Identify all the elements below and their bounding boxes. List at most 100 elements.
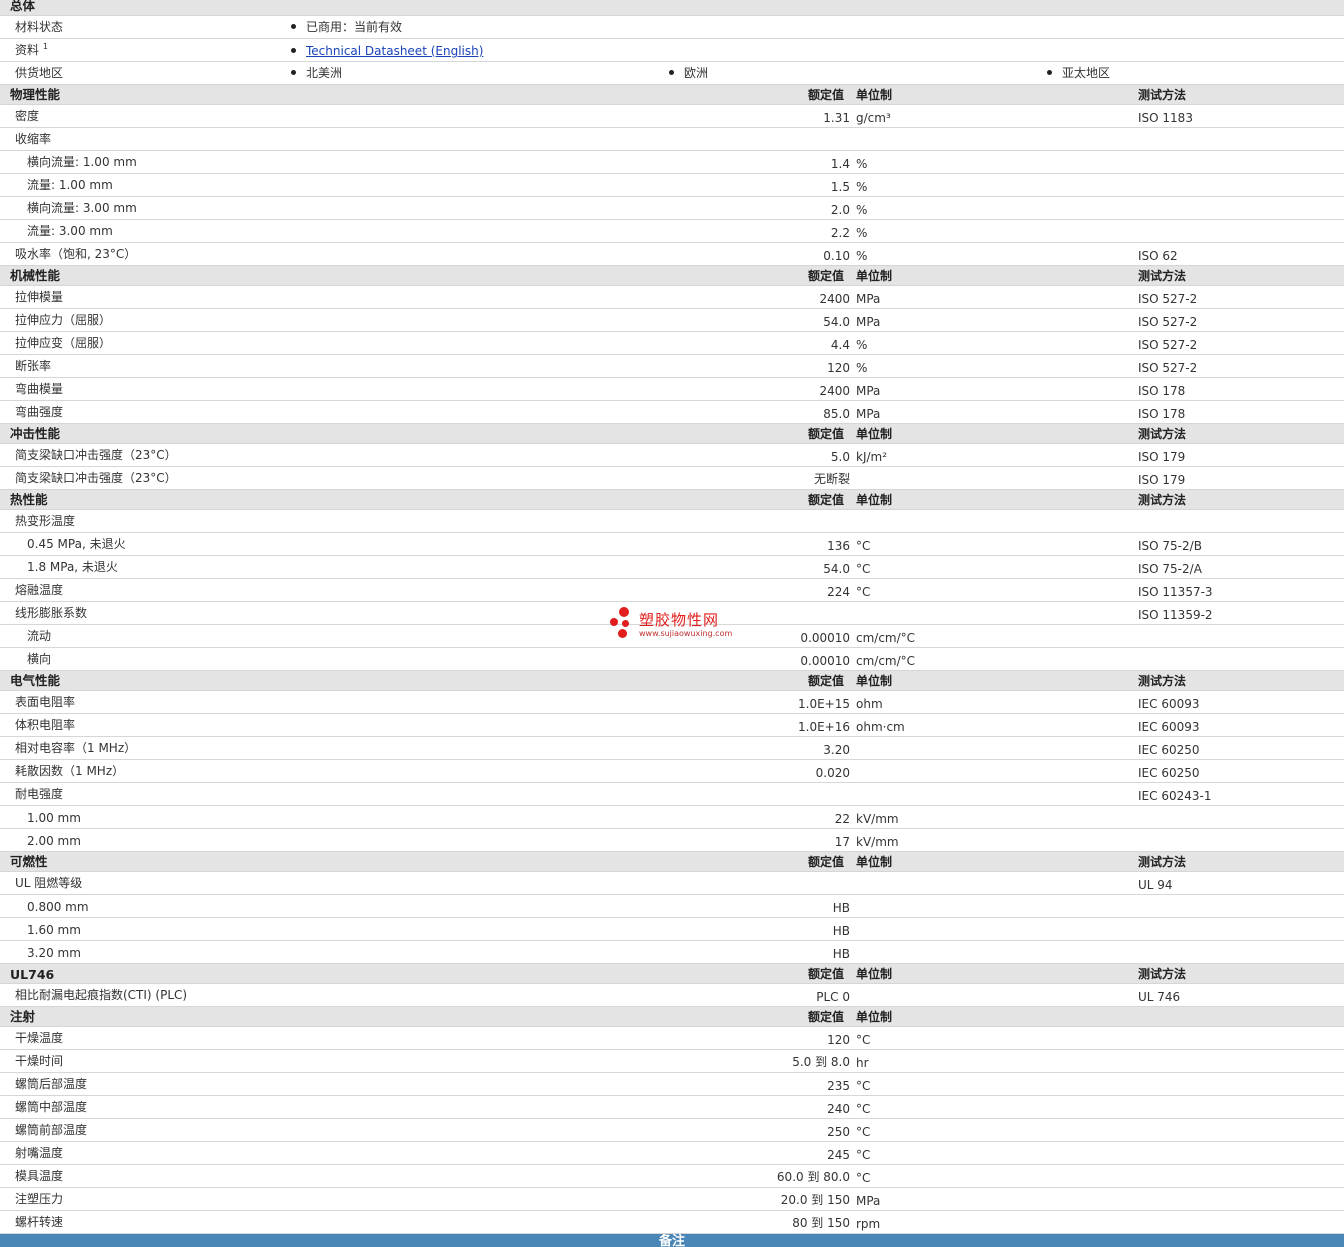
test-method: UL 746 — [1138, 990, 1181, 1004]
property-row: 螺筒后部温度 235 °C — [0, 1073, 1344, 1096]
property-value: HB — [832, 924, 850, 938]
property-value: 60.0 到 80.0 — [776, 1170, 850, 1184]
property-unit: MPa — [856, 315, 881, 329]
property-label: 弯曲模量 — [15, 382, 64, 396]
property-label: 1.8 MPa, 未退火 — [27, 560, 118, 574]
property-row: 螺筒前部温度 250 °C — [0, 1119, 1344, 1142]
property-row: 拉伸模量 2400 MPa ISO 527-2 — [0, 286, 1344, 309]
property-value: 240 — [827, 1102, 850, 1116]
property-unit: °C — [856, 539, 871, 553]
column-header-unit: 单位制 — [856, 674, 893, 688]
section-title: 冲击性能 — [10, 426, 61, 441]
property-unit: g/cm³ — [856, 111, 891, 125]
property-label: 熔融温度 — [15, 583, 64, 597]
test-method: IEC 60250 — [1138, 743, 1200, 757]
property-label: 拉伸应力（屈服） — [15, 313, 112, 327]
property-value: 1.31 — [823, 111, 850, 125]
logo-dot — [622, 620, 629, 627]
property-unit: MPa — [856, 1194, 881, 1208]
section-title: 物理性能 — [10, 87, 61, 102]
column-header-unit: 单位制 — [856, 269, 893, 283]
property-row: 2.00 mm 17 kV/mm — [0, 829, 1344, 852]
property-row: 1.60 mm HB — [0, 918, 1344, 941]
column-header-value: 额定值 — [808, 269, 845, 283]
test-method: IEC 60093 — [1138, 720, 1200, 734]
property-row: 耗散因数（1 MHz） 0.020 IEC 60250 — [0, 760, 1344, 783]
property-unit: hr — [856, 1056, 869, 1070]
footnote-marker: 1 — [42, 42, 48, 51]
property-value: 54.0 — [823, 315, 850, 329]
property-unit: MPa — [856, 292, 881, 306]
property-row: 射嘴温度 245 °C — [0, 1142, 1344, 1165]
row-label: 材料状态 — [15, 20, 64, 34]
property-label: 表面电阻率 — [15, 695, 76, 709]
property-unit: °C — [856, 1148, 871, 1162]
column-header-test: 测试方法 — [1138, 427, 1187, 441]
property-row: 模具温度 60.0 到 80.0 °C — [0, 1165, 1344, 1188]
property-value: 2400 — [819, 384, 850, 398]
region-item: 欧洲 — [669, 64, 708, 81]
property-label: 螺筒前部温度 — [15, 1123, 88, 1137]
property-row: 流量: 1.00 mm 1.5% — [0, 174, 1344, 197]
property-value: 17 — [834, 835, 850, 849]
property-row: 熔融温度 224 °C ISO 11357-3 — [0, 579, 1344, 602]
test-method: ISO 75-2/A — [1138, 562, 1202, 576]
column-header-unit: 单位制 — [856, 493, 893, 507]
property-value: 2.2 — [830, 226, 850, 240]
section-header: 物理性能 额定值 单位制 测试方法 — [0, 85, 1344, 105]
property-label: 耐电强度 — [15, 787, 64, 801]
property-unit: kJ/m² — [856, 450, 888, 464]
property-value: 5.0 — [830, 450, 850, 464]
column-header-unit: 单位制 — [856, 967, 893, 981]
status-value: 已商用：当前有效 — [291, 18, 402, 35]
property-value: 22 — [834, 812, 850, 826]
section-title: 注射 — [10, 1009, 36, 1024]
column-header-value: 额定值 — [808, 493, 845, 507]
property-label: 1.00 mm — [27, 811, 81, 825]
property-label: 横向 — [27, 652, 52, 666]
section-title: 电气性能 — [10, 673, 61, 688]
property-row: 0.800 mm HB — [0, 895, 1344, 918]
test-method: ISO 75-2/B — [1138, 539, 1202, 553]
property-row: 横向流量: 1.00 mm 1.4% — [0, 151, 1344, 174]
status-text: 已商用：当前有效 — [306, 20, 403, 34]
property-value: 1.5 — [830, 180, 850, 194]
column-header-test: 测试方法 — [1138, 493, 1187, 507]
property-row: 流量: 3.00 mm 2.2% — [0, 220, 1344, 243]
column-header-test: 测试方法 — [1138, 674, 1187, 688]
property-row: 1.8 MPa, 未退火 54.0 °C ISO 75-2/A — [0, 556, 1344, 579]
property-unit: % — [856, 249, 868, 263]
property-unit: % — [856, 361, 868, 375]
row-label: 供货地区 — [15, 66, 64, 80]
property-row: 耐电强度 IEC 60243-1 — [0, 783, 1344, 806]
property-label: 断张率 — [15, 359, 52, 373]
region-text: 欧洲 — [684, 66, 709, 80]
property-label: 螺筒中部温度 — [15, 1100, 88, 1114]
property-row: 弯曲模量 2400 MPa ISO 178 — [0, 378, 1344, 401]
property-row: 横向流量: 3.00 mm 2.0% — [0, 197, 1344, 220]
property-value: 54.0 — [823, 562, 850, 576]
resource-label: 资料 — [15, 43, 40, 57]
property-value: 0.020 — [815, 766, 850, 780]
resource-item: Technical Datasheet (English) — [291, 44, 483, 58]
property-label: 吸水率（饱和, 23°C） — [15, 247, 137, 261]
property-unit: ohm·cm — [856, 720, 905, 734]
property-unit: % — [856, 180, 868, 194]
property-unit: MPa — [856, 384, 881, 398]
property-row: UL 阻燃等级 UL 94 — [0, 872, 1344, 895]
property-row: 拉伸应力（屈服） 54.0 MPa ISO 527-2 — [0, 309, 1344, 332]
section-header: 热性能 额定值 单位制 测试方法 — [0, 490, 1344, 510]
property-value: 1.4 — [830, 157, 850, 171]
property-value: PLC 0 — [816, 990, 850, 1004]
test-method: UL 94 — [1138, 878, 1173, 892]
technical-datasheet-link[interactable]: Technical Datasheet (English) — [306, 44, 483, 58]
section-title: UL746 — [10, 967, 55, 982]
property-value: 120 — [827, 1033, 850, 1047]
property-value: 4.4 — [830, 338, 850, 352]
column-header-unit: 单位制 — [856, 1010, 893, 1024]
test-method: ISO 527-2 — [1138, 338, 1198, 352]
property-row: 弯曲强度 85.0 MPa ISO 178 — [0, 401, 1344, 424]
section-header: 冲击性能 额定值 单位制 测试方法 — [0, 424, 1344, 444]
column-header-value: 额定值 — [808, 427, 845, 441]
property-row: 横向 0.00010 cm/cm/°C — [0, 648, 1344, 671]
